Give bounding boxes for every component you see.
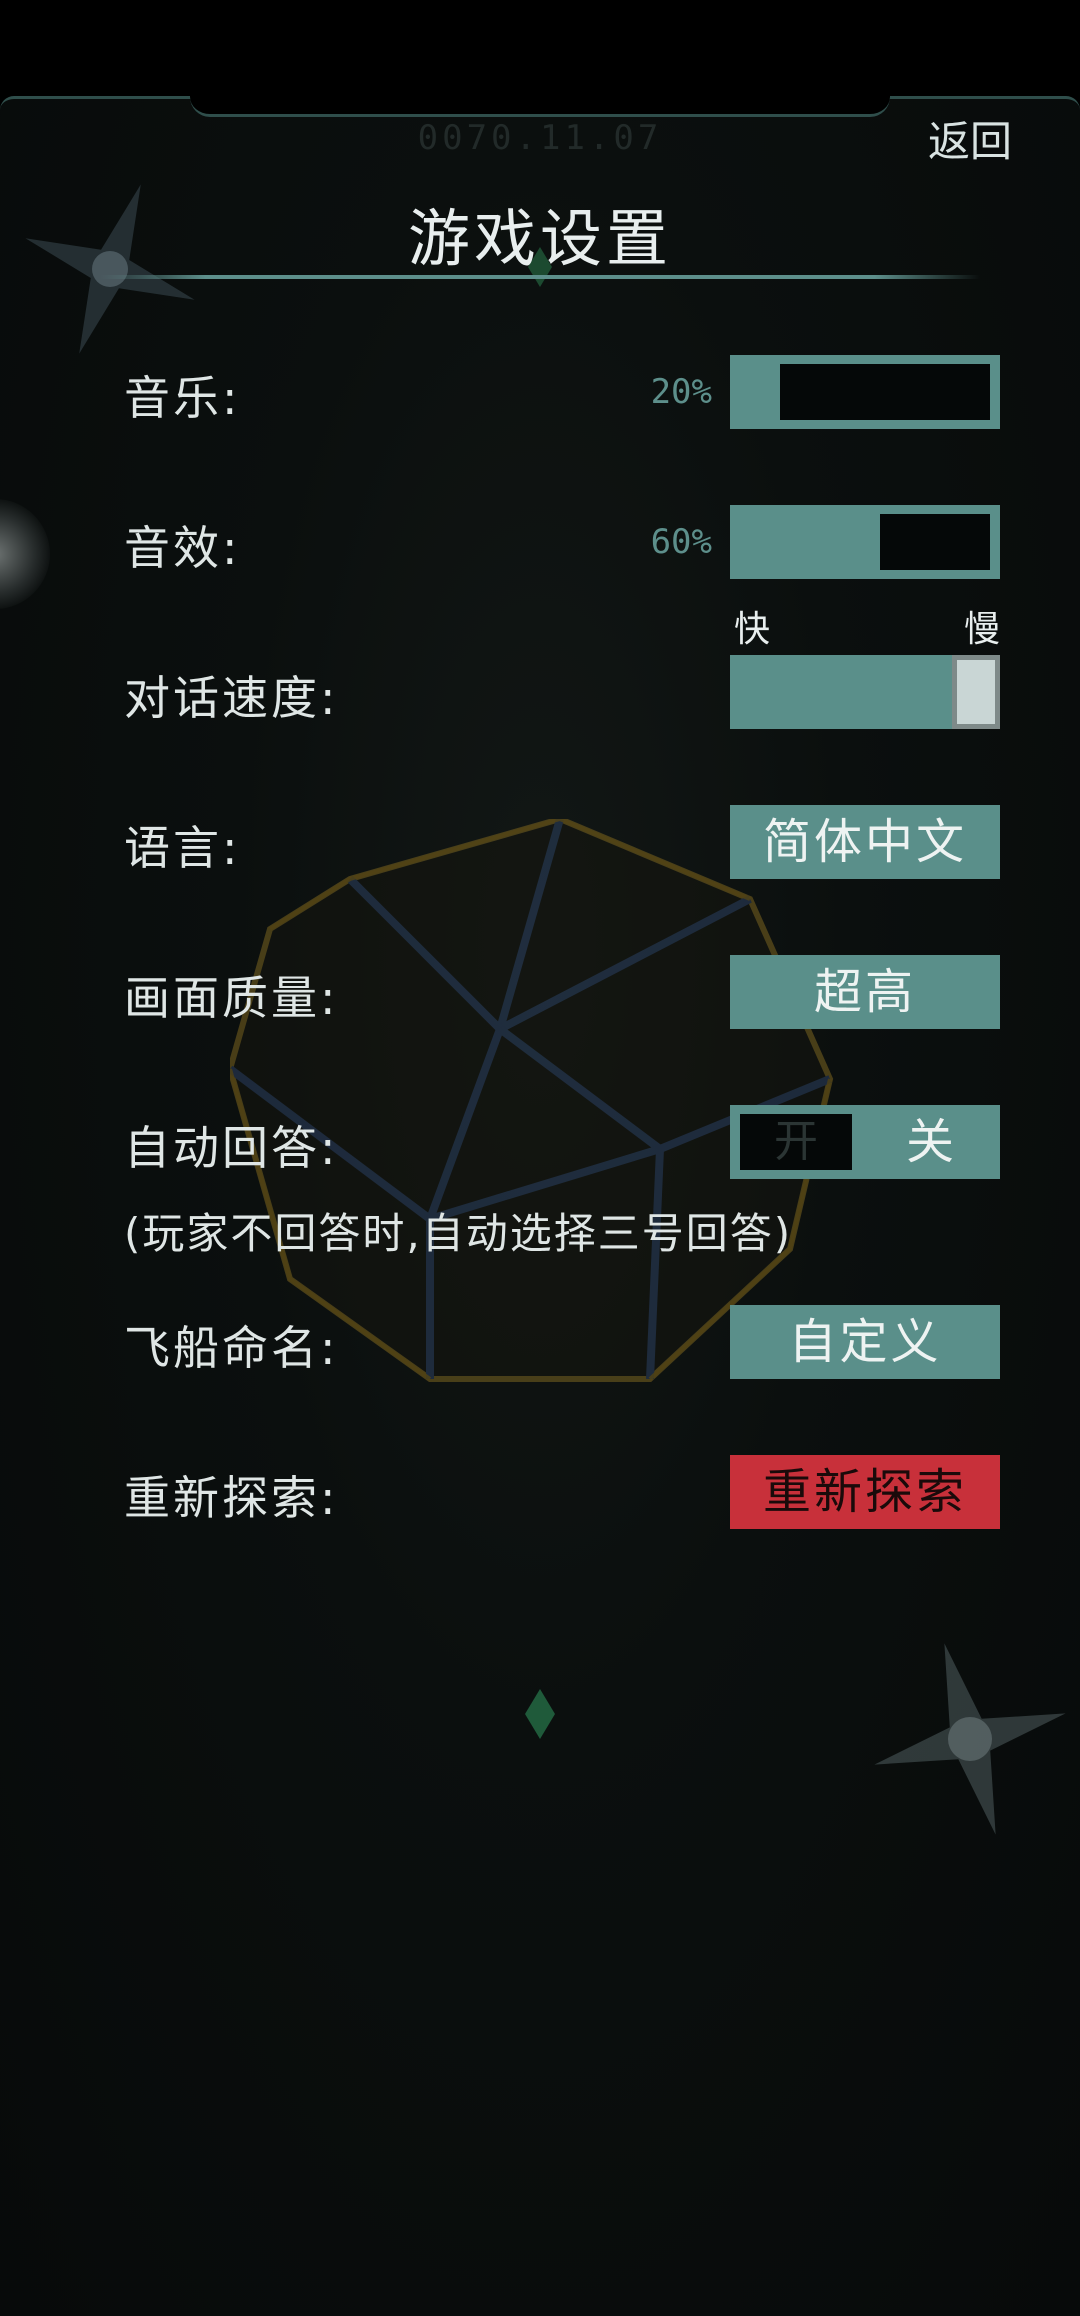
language-label: 语言: — [124, 821, 241, 875]
language-button[interactable]: 简体中文 — [730, 805, 1000, 879]
music-slider[interactable] — [730, 355, 1000, 429]
graphics-label: 画面质量: — [124, 971, 339, 1025]
auto-answer-note: (玩家不回答时,自动选择三号回答) — [124, 1209, 793, 1258]
speed-slow-label: 慢 — [963, 609, 1000, 650]
planet-glow — [0, 499, 50, 609]
music-percent: 20% — [650, 372, 712, 412]
settings-screen: 0070.11.07 返回 游戏设置 音乐: 20% 音效: 60% 快 慢 对… — [0, 0, 1080, 2316]
back-button[interactable]: 返回 — [928, 108, 1012, 169]
dialog-speed-knob[interactable] — [952, 655, 1000, 729]
auto-answer-label: 自动回答: — [124, 1121, 339, 1175]
music-slider-empty — [780, 364, 990, 420]
sfx-slider[interactable] — [730, 505, 1000, 579]
dialog-speed-slider[interactable] — [730, 655, 1000, 729]
reexplore-button[interactable]: 重新探索 — [730, 1455, 1000, 1529]
sfx-label: 音效: — [124, 521, 241, 575]
speed-fast-label: 快 — [734, 609, 771, 650]
sfx-slider-empty — [880, 514, 990, 570]
music-label: 音乐: — [124, 371, 241, 425]
graphics-quality-button[interactable]: 超高 — [730, 955, 1000, 1029]
auto-answer-toggle[interactable]: 开 关 — [730, 1105, 1000, 1179]
ship-name-label: 飞船命名: — [124, 1321, 339, 1375]
auto-answer-off-option[interactable]: 关 — [860, 1105, 1000, 1179]
sfx-percent: 60% — [650, 522, 712, 562]
page-title: 游戏设置 — [407, 202, 672, 275]
ship-name-button[interactable]: 自定义 — [730, 1305, 1000, 1379]
dialog-speed-label: 对话速度: — [124, 671, 339, 725]
game-date: 0070.11.07 — [417, 118, 663, 158]
green-gem-icon — [525, 1689, 555, 1739]
auto-answer-on-option[interactable]: 开 — [740, 1114, 852, 1170]
title-divider — [100, 275, 980, 279]
top-notch — [190, 96, 890, 117]
reexplore-label: 重新探索: — [124, 1471, 339, 1525]
star-sparkle-icon — [874, 1643, 1066, 1835]
